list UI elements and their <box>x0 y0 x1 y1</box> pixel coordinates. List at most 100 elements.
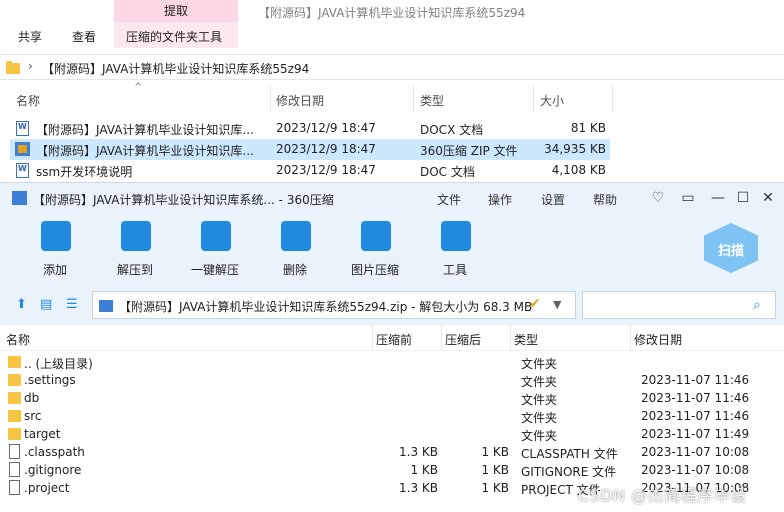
file-name: 【附源码】JAVA计算机毕业设计知识库... <box>36 144 254 158</box>
up-arrow-icon[interactable]: ⬆ <box>16 297 27 312</box>
tab-share[interactable]: 共享 <box>18 28 42 45</box>
col-divider[interactable] <box>510 325 511 351</box>
folder-icon <box>8 356 21 368</box>
close-icon[interactable]: ✕ <box>760 190 776 206</box>
archive-row[interactable]: .settings 文件夹 2023-11-07 11:46 <box>0 371 784 389</box>
archive-row-name: .project <box>24 481 70 495</box>
tools-button[interactable]: 工具 <box>420 219 490 279</box>
col-name[interactable]: 名称 <box>16 92 40 109</box>
zip-archive-icon <box>15 142 30 156</box>
explorer-column-header: ^ 名称 修改日期 类型 大小 <box>0 82 784 112</box>
scan-button[interactable]: 扫描 <box>704 223 758 273</box>
col-type[interactable]: 类型 <box>420 92 444 109</box>
shirt-skin-icon[interactable]: ♡ <box>650 190 666 206</box>
archive-row-name: .classpath <box>24 445 85 459</box>
maximize-icon[interactable]: ☐ <box>735 190 751 206</box>
list-view-icon[interactable]: ☰ <box>66 297 78 312</box>
one-click-extract-button[interactable]: 一键解压 <box>180 219 250 279</box>
extract-to-label: 解压到 <box>116 263 153 277</box>
address-bar[interactable]: › 【附源码】JAVA计算机毕业设计知识库系统55z94 <box>0 54 784 80</box>
col-date[interactable]: 修改日期 <box>276 92 324 109</box>
address-path: 【附源码】JAVA计算机毕业设计知识库系统55z94 <box>42 62 310 76</box>
archive-row-size-before: 1 KB <box>410 463 438 477</box>
tab-compressed-folder-tools[interactable]: 压缩的文件夹工具 <box>126 28 222 45</box>
zip-address-row: ⬆ ▤ ☰ 【附源码】JAVA计算机毕业设计知识库系统55z94.zip - 解… <box>0 285 784 325</box>
chevron-right-icon[interactable]: › <box>28 59 33 73</box>
archive-row-date: 2023-11-07 10:08 <box>641 445 750 459</box>
folder-icon <box>6 61 20 74</box>
archive-row[interactable]: db 文件夹 2023-11-07 11:46 <box>0 389 784 407</box>
image-compress-button[interactable]: 图片压缩 <box>340 219 410 279</box>
file-row[interactable]: ssm开发环境说明 2023/12/9 18:47 DOC 文档 4,108 K… <box>10 160 610 181</box>
word-doc-icon <box>16 121 29 136</box>
checkmark-icon: ✔ <box>529 296 541 312</box>
archive-row-type: CLASSPATH 文件 <box>521 447 618 461</box>
archive-path: 【附源码】JAVA计算机毕业设计知识库系统55z94.zip - 解包大小为 6… <box>119 300 533 314</box>
archive-row-size-after: 1 KB <box>481 463 509 477</box>
col-divider[interactable] <box>441 325 442 351</box>
chevron-down-icon[interactable]: ▼ <box>553 298 561 311</box>
archive-column-header: 名称 压缩前 压缩后 类型 修改日期 <box>0 325 784 351</box>
delete-button[interactable]: 删除 <box>260 219 330 279</box>
archive-row-date: 2023-11-07 11:49 <box>641 427 750 441</box>
col-divider[interactable] <box>270 86 271 112</box>
file-type: DOC 文档 <box>420 165 475 179</box>
sort-up-icon: ^ <box>134 82 143 93</box>
ribbon-context-tab-extract[interactable]: 提取 <box>114 2 238 19</box>
explorer-window-title: 【附源码】JAVA计算机毕业设计知识库系统55z94 <box>258 6 526 20</box>
archive-search-input[interactable]: ⌕ <box>582 291 776 319</box>
col-date[interactable]: 修改日期 <box>634 331 682 348</box>
add-button[interactable]: 添加 <box>20 219 90 279</box>
file-size: 4,108 KB <box>551 163 606 177</box>
one-click-extract-icon <box>201 221 231 251</box>
col-size[interactable]: 大小 <box>540 92 564 109</box>
col-type[interactable]: 类型 <box>514 331 538 348</box>
folder-icon <box>8 392 21 404</box>
col-divider[interactable] <box>630 325 631 351</box>
col-divider[interactable] <box>372 325 373 351</box>
delete-label: 删除 <box>282 263 307 277</box>
archive-row-name: .gitignore <box>24 463 82 477</box>
archive-row[interactable]: target 文件夹 2023-11-07 11:49 <box>0 425 784 443</box>
menu-file[interactable]: 文件 <box>437 191 461 208</box>
archive-row-date: 2023-11-07 11:46 <box>641 409 750 423</box>
file-row[interactable]: 【附源码】JAVA计算机毕业设计知识库... 2023/12/9 18:47 D… <box>10 118 610 139</box>
file-row-selected[interactable]: 【附源码】JAVA计算机毕业设计知识库... 2023/12/9 18:47 3… <box>10 139 610 160</box>
minimize-icon[interactable]: — <box>710 190 726 206</box>
menu-help[interactable]: 帮助 <box>593 191 617 208</box>
archive-row[interactable]: .. (上级目录) 文件夹 <box>0 353 784 371</box>
image-compress-label: 图片压缩 <box>350 263 399 277</box>
file-date: 2023/12/9 18:47 <box>276 142 376 156</box>
archive-row-date: 2023-11-07 11:46 <box>641 391 750 405</box>
archive-path-field[interactable]: 【附源码】JAVA计算机毕业设计知识库系统55z94.zip - 解包大小为 6… <box>92 291 576 319</box>
archive-row[interactable]: src 文件夹 2023-11-07 11:46 <box>0 407 784 425</box>
add-label: 添加 <box>42 263 67 277</box>
zip-toolbar: 添加 解压到 一键解压 删除 图片压缩 工具 扫描 <box>0 213 784 285</box>
col-divider[interactable] <box>413 86 414 112</box>
restore-icon[interactable]: ▭ <box>680 190 696 206</box>
col-name[interactable]: 名称 <box>6 331 30 348</box>
search-icon[interactable]: ⌕ <box>753 297 761 313</box>
archive-row-type: 文件夹 <box>521 429 558 443</box>
archive-row-name: db <box>24 391 40 405</box>
zip-archive-window: 【附源码】JAVA计算机毕业设计知识库系统... - 360压缩 文件 操作 设… <box>0 182 784 512</box>
archive-row-size-after: 1 KB <box>481 445 509 459</box>
col-before[interactable]: 压缩前 <box>376 331 412 348</box>
menu-operate[interactable]: 操作 <box>488 191 512 208</box>
file-type: 360压缩 ZIP 文件 <box>420 144 518 158</box>
col-divider[interactable] <box>612 86 613 112</box>
zip-window-titlebar[interactable]: 【附源码】JAVA计算机毕业设计知识库系统... - 360压缩 文件 操作 设… <box>0 183 784 213</box>
tab-view[interactable]: 查看 <box>72 28 96 45</box>
ribbon-tabs: 提取 共享 查看 压缩的文件夹工具 【附源码】JAVA计算机毕业设计知识库系统5… <box>0 0 784 48</box>
col-after[interactable]: 压缩后 <box>445 331 481 348</box>
archive-row[interactable]: .classpath 1.3 KB 1 KB CLASSPATH 文件 2023-11-… <box>0 443 784 461</box>
menu-settings[interactable]: 设置 <box>541 191 565 208</box>
col-divider[interactable] <box>533 86 534 112</box>
view-icon[interactable]: ▤ <box>40 297 52 312</box>
archive-row[interactable]: .gitignore 1 KB 1 KB GITIGNORE 文件 2023-11-07… <box>0 461 784 479</box>
extract-to-button[interactable]: 解压到 <box>100 219 170 279</box>
archive-row-type: 文件夹 <box>521 393 558 407</box>
file-type: DOCX 文档 <box>420 123 484 137</box>
add-icon <box>41 221 71 251</box>
archive-row-type: 文件夹 <box>521 375 558 389</box>
